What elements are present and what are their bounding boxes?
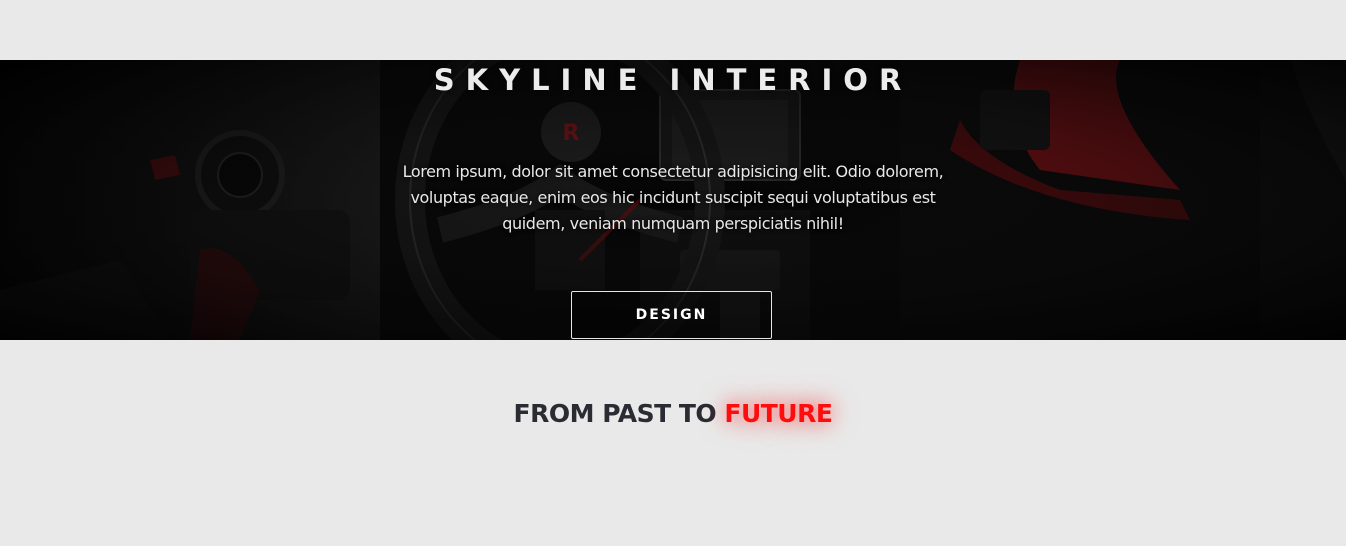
page: R SKYLINE INTERIOR Lorem ipsum, dolor si… [0, 0, 1346, 546]
hero-banner: R SKYLINE INTERIOR Lorem ipsum, dolor si… [0, 60, 1346, 340]
hero-title: SKYLINE INTERIOR [433, 63, 913, 97]
design-button[interactable]: DESIGN [571, 291, 772, 339]
section-heading: FROM PAST TO FUTURE [0, 396, 1346, 432]
hero-description: Lorem ipsum, dolor sit amet consectetur … [402, 162, 944, 233]
section-heading-accent: FUTURE [724, 399, 833, 428]
section-heading-text: FROM PAST TO [513, 399, 717, 428]
